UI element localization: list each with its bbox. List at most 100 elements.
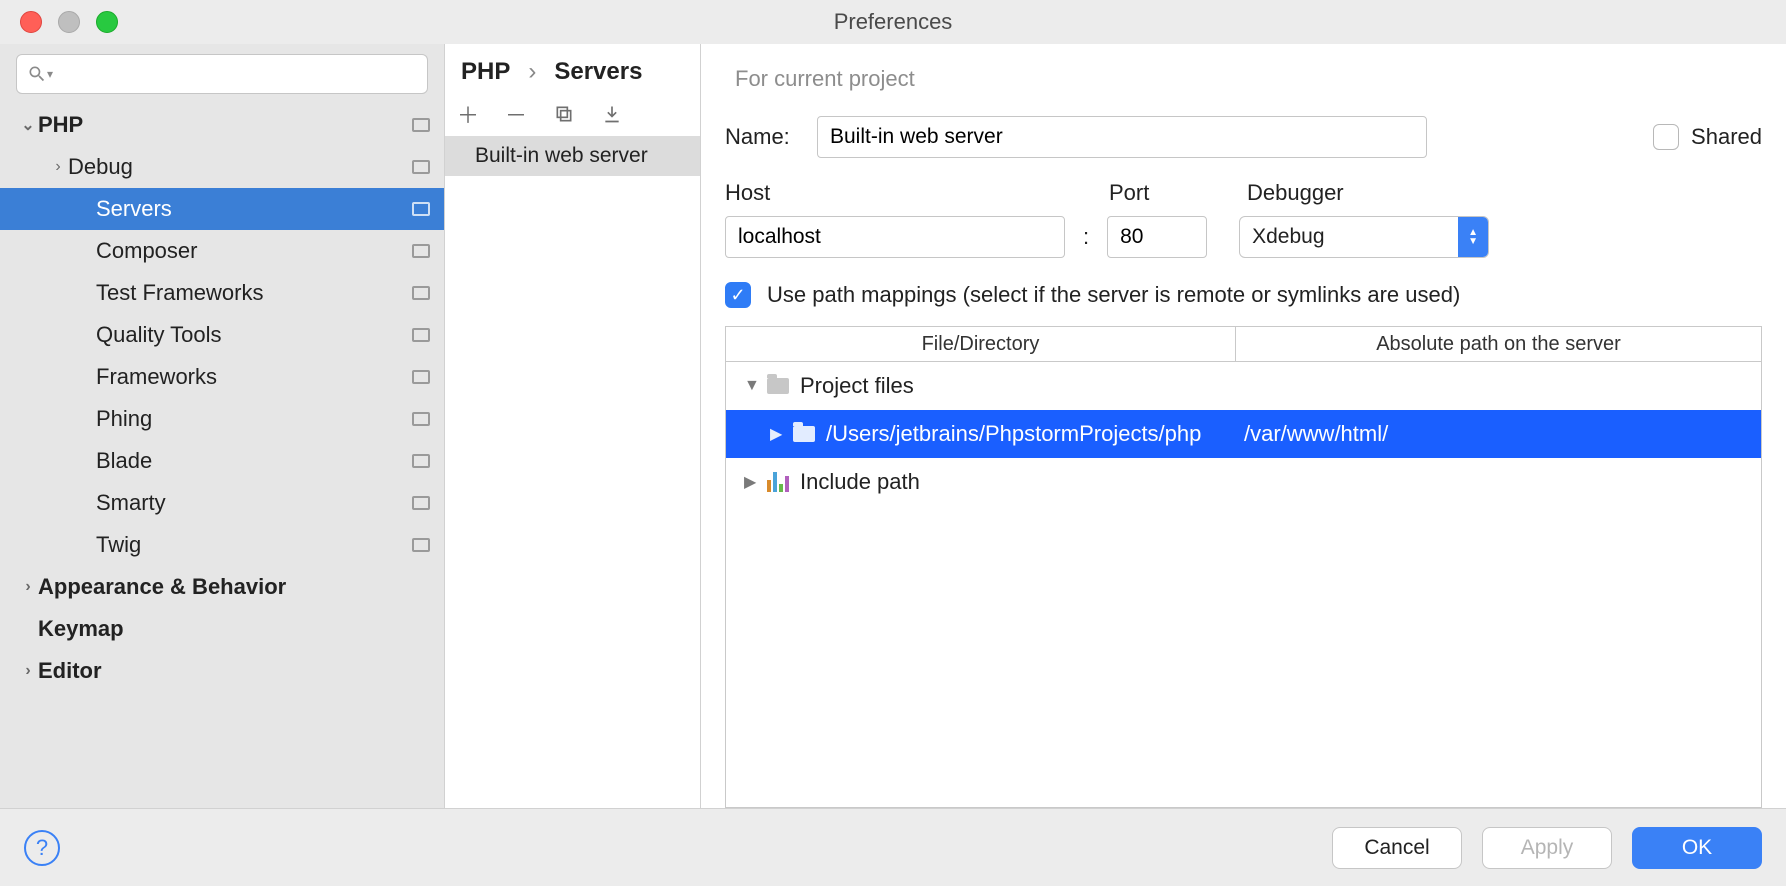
sidebar-item-php[interactable]: PHP	[0, 104, 444, 146]
add-icon[interactable]: ＋	[457, 103, 479, 125]
server-list-pane: PHP › Servers ＋ － Built-in web server	[445, 44, 701, 808]
mapping-row[interactable]: ▶ Include path	[726, 458, 1761, 506]
host-input[interactable]	[725, 216, 1065, 258]
sidebar-item-phing[interactable]: Phing	[0, 398, 444, 440]
sidebar-item-blade[interactable]: Blade	[0, 440, 444, 482]
remove-icon[interactable]: －	[505, 103, 527, 125]
column-header-file[interactable]: File/Directory	[726, 327, 1236, 361]
sidebar-item-label: Twig	[96, 532, 412, 558]
breadcrumb-root[interactable]: PHP	[461, 58, 510, 86]
zoom-window-button[interactable]	[96, 11, 118, 33]
server-list-toolbar: ＋ －	[445, 100, 700, 136]
window-controls	[20, 11, 118, 33]
copy-icon[interactable]	[553, 103, 575, 125]
sidebar-item-label: Quality Tools	[96, 322, 412, 348]
breadcrumb: PHP › Servers	[445, 44, 700, 100]
disclosure-right-icon: ▶	[770, 424, 790, 444]
include-path-icon	[764, 472, 792, 492]
search-icon	[27, 64, 47, 84]
debugger-value: Xdebug	[1240, 225, 1458, 249]
sidebar-item-composer[interactable]: Composer	[0, 230, 444, 272]
apply-button[interactable]: Apply	[1482, 827, 1612, 869]
disclosure-arrow-icon	[18, 662, 38, 680]
sidebar-item-twig[interactable]: Twig	[0, 524, 444, 566]
sidebar-item-label: Blade	[96, 448, 412, 474]
port-input[interactable]	[1107, 216, 1207, 258]
host-label: Host	[725, 180, 1075, 206]
mapping-file-label: Project files	[800, 373, 914, 399]
help-button[interactable]: ?	[24, 830, 60, 866]
disclosure-arrow-icon	[18, 115, 38, 135]
disclosure-arrow-icon	[18, 578, 38, 596]
debugger-select[interactable]: Xdebug ▲▼	[1239, 216, 1489, 258]
disclosure-down-icon: ▼	[744, 377, 764, 395]
path-mappings-body[interactable]: ▼ Project files ▶/Users/jetbrains/Phpstorm…	[726, 362, 1761, 807]
sidebar-item-label: Editor	[38, 658, 430, 684]
scope-hint: For current project	[725, 58, 1762, 100]
sidebar-item-appearance-behavior[interactable]: Appearance & Behavior	[0, 566, 444, 608]
project-scope-icon	[412, 412, 430, 426]
project-scope-icon	[412, 202, 430, 216]
sidebar-item-debug[interactable]: Debug	[0, 146, 444, 188]
project-scope-icon	[412, 496, 430, 510]
project-scope-icon	[412, 118, 430, 132]
sidebar-item-label: Phing	[96, 406, 412, 432]
settings-search[interactable]: ▾	[16, 54, 428, 94]
sidebar-item-smarty[interactable]: Smarty	[0, 482, 444, 524]
mapping-row[interactable]: ▶/Users/jetbrains/PhpstormProjects/php/v…	[726, 410, 1761, 458]
ok-button[interactable]: OK	[1632, 827, 1762, 869]
sidebar-item-keymap[interactable]: Keymap	[0, 608, 444, 650]
scope-hint-label: For current project	[735, 66, 915, 92]
sidebar-item-label: Composer	[96, 238, 412, 264]
project-scope-icon	[412, 328, 430, 342]
select-stepper-icon: ▲▼	[1458, 217, 1488, 257]
use-path-mappings-checkbox[interactable]: ✓	[725, 282, 751, 308]
name-label: Name:	[725, 124, 797, 150]
project-scope-icon	[412, 160, 430, 174]
shared-checkbox[interactable]	[1653, 124, 1679, 150]
folder-icon	[790, 426, 818, 442]
sidebar-item-frameworks[interactable]: Frameworks	[0, 356, 444, 398]
sidebar-item-label: Appearance & Behavior	[38, 574, 430, 600]
cancel-button[interactable]: Cancel	[1332, 827, 1462, 869]
shared-label: Shared	[1691, 124, 1762, 150]
import-icon[interactable]	[601, 103, 623, 125]
sidebar-item-label: Keymap	[38, 616, 430, 642]
project-scope-icon	[412, 370, 430, 384]
column-header-server-path[interactable]: Absolute path on the server	[1236, 327, 1761, 361]
server-detail-pane: For current project Name: Shared Host Po…	[701, 44, 1786, 808]
sidebar-item-label: Servers	[96, 196, 412, 222]
close-window-button[interactable]	[20, 11, 42, 33]
project-scope-icon	[412, 244, 430, 258]
project-scope-icon	[412, 538, 430, 552]
use-path-mappings-label: Use path mappings (select if the server …	[767, 282, 1460, 308]
server-name-input[interactable]	[817, 116, 1427, 158]
server-list[interactable]: Built-in web server	[445, 136, 700, 808]
window-title: Preferences	[834, 9, 953, 35]
disclosure-right-icon: ▶	[744, 472, 764, 492]
sidebar-item-quality-tools[interactable]: Quality Tools	[0, 314, 444, 356]
dialog-footer: ? Cancel Apply OK	[0, 808, 1786, 886]
sidebar-item-editor[interactable]: Editor	[0, 650, 444, 692]
breadcrumb-leaf: Servers	[554, 58, 642, 86]
sidebar-item-label: Test Frameworks	[96, 280, 412, 306]
settings-sidebar: ▾ PHP Debug Servers Composer Test Frameworks…	[0, 44, 445, 808]
sidebar-item-test-frameworks[interactable]: Test Frameworks	[0, 272, 444, 314]
sidebar-item-label: Debug	[68, 154, 412, 180]
mapping-server-path[interactable]: /var/www/html/	[1236, 421, 1761, 447]
host-port-separator: :	[1083, 224, 1089, 250]
mapping-file-label: Include path	[800, 469, 920, 495]
mapping-row[interactable]: ▼ Project files	[726, 362, 1761, 410]
settings-tree[interactable]: PHP Debug Servers Composer Test Frameworks Qu…	[0, 104, 444, 808]
project-scope-icon	[412, 286, 430, 300]
folder-icon	[764, 378, 792, 394]
minimize-window-button[interactable]	[58, 11, 80, 33]
project-scope-icon	[412, 454, 430, 468]
debugger-label: Debugger	[1247, 180, 1344, 206]
chevron-down-icon: ▾	[47, 67, 53, 81]
server-list-item[interactable]: Built-in web server	[445, 136, 700, 176]
sidebar-item-label: Smarty	[96, 490, 412, 516]
sidebar-item-servers[interactable]: Servers	[0, 188, 444, 230]
settings-search-input[interactable]	[59, 64, 417, 85]
sidebar-item-label: PHP	[38, 112, 412, 138]
